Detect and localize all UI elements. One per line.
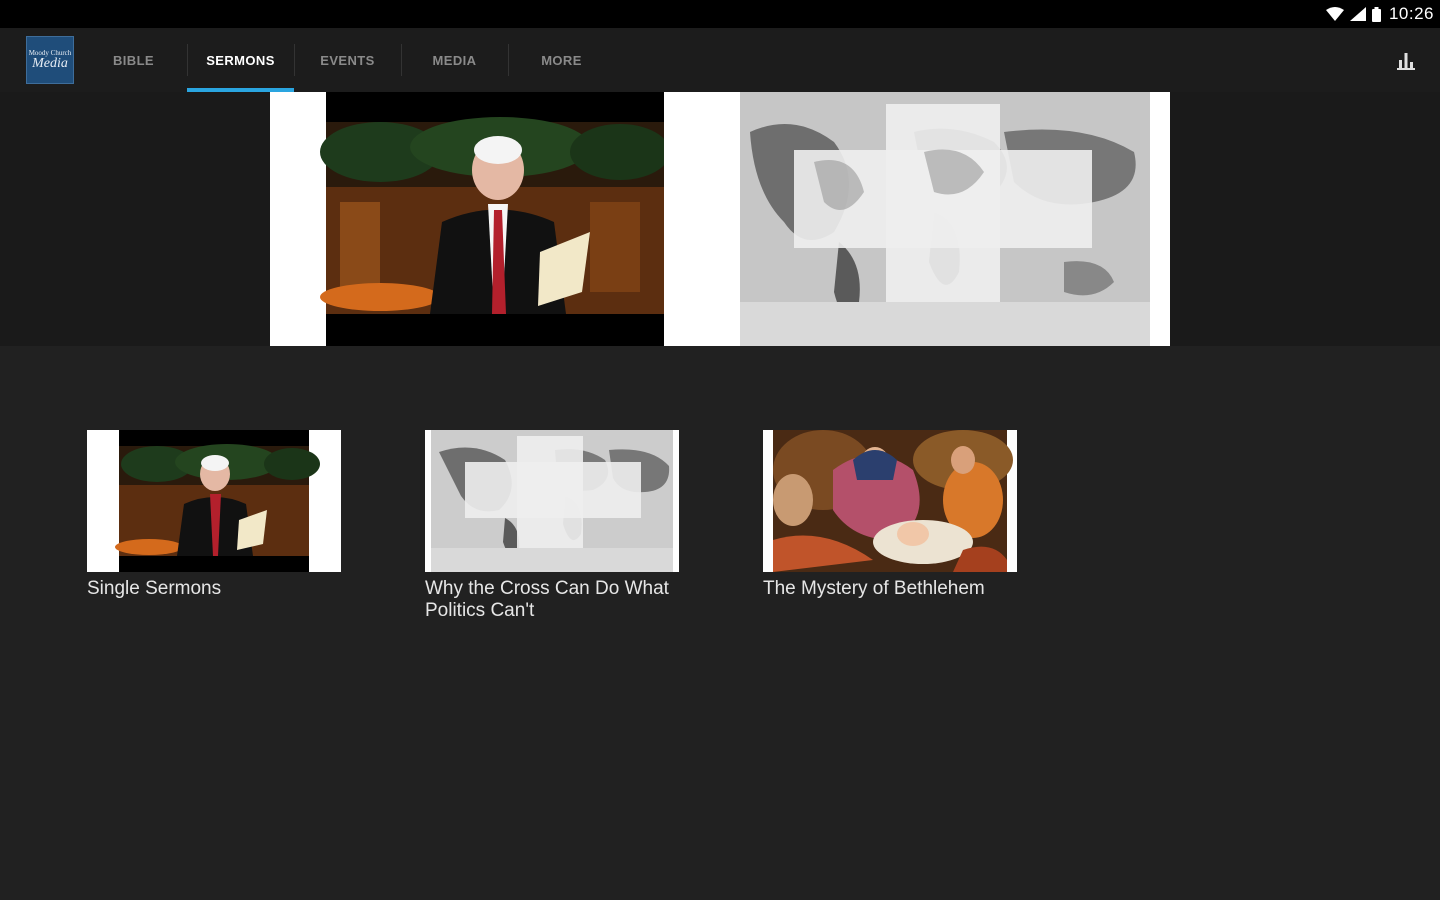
sermon-series-grid: Single Sermons Why the Cross Can Do What… [0,346,1440,900]
tab-more[interactable]: MORE [508,28,615,92]
series-card-why-the-cross[interactable]: Why the Cross Can Do What Politics Can't [425,430,679,622]
tab-events[interactable]: EVENTS [294,28,401,92]
hero-slide-world-map[interactable] [664,92,1170,346]
series-title: The Mystery of Bethlehem [763,578,985,599]
hero-banner [0,92,1440,346]
tab-media[interactable]: MEDIA [401,28,508,92]
series-title: Why the Cross Can Do What Politics Can't [425,578,669,621]
stats-chart-icon[interactable] [1394,48,1418,72]
tab-bible[interactable]: BIBLE [80,28,187,92]
world-map-cross-image [664,92,1170,346]
status-icons [1325,6,1381,22]
nativity-painting-image [763,430,1017,572]
status-bar: 10:26 [0,0,1440,28]
world-map-thumb-image [425,430,679,572]
series-thumbnail [763,430,1017,572]
preacher-image [270,92,670,346]
signal-icon [1349,7,1366,21]
series-card-single-sermons[interactable]: Single Sermons [87,430,341,600]
hero-slide-preacher[interactable] [270,92,670,346]
tab-sermons[interactable]: SERMONS [187,28,294,92]
series-card-mystery-of-bethlehem[interactable]: The Mystery of Bethlehem [763,430,1017,600]
app-logo[interactable]: Moody Church Media [26,36,74,84]
logo-line2: Media [32,55,68,71]
wifi-icon [1325,7,1344,21]
battery-icon [1371,6,1381,22]
app-bar: Moody Church Media BIBLE SERMONS EVENTS … [0,28,1440,92]
series-thumbnail [87,430,341,572]
clock: 10:26 [1388,4,1434,23]
preacher-thumb-image [87,430,341,572]
series-thumbnail [425,430,679,572]
nav-tabs: BIBLE SERMONS EVENTS MEDIA MORE [80,28,615,92]
series-title: Single Sermons [87,578,222,599]
